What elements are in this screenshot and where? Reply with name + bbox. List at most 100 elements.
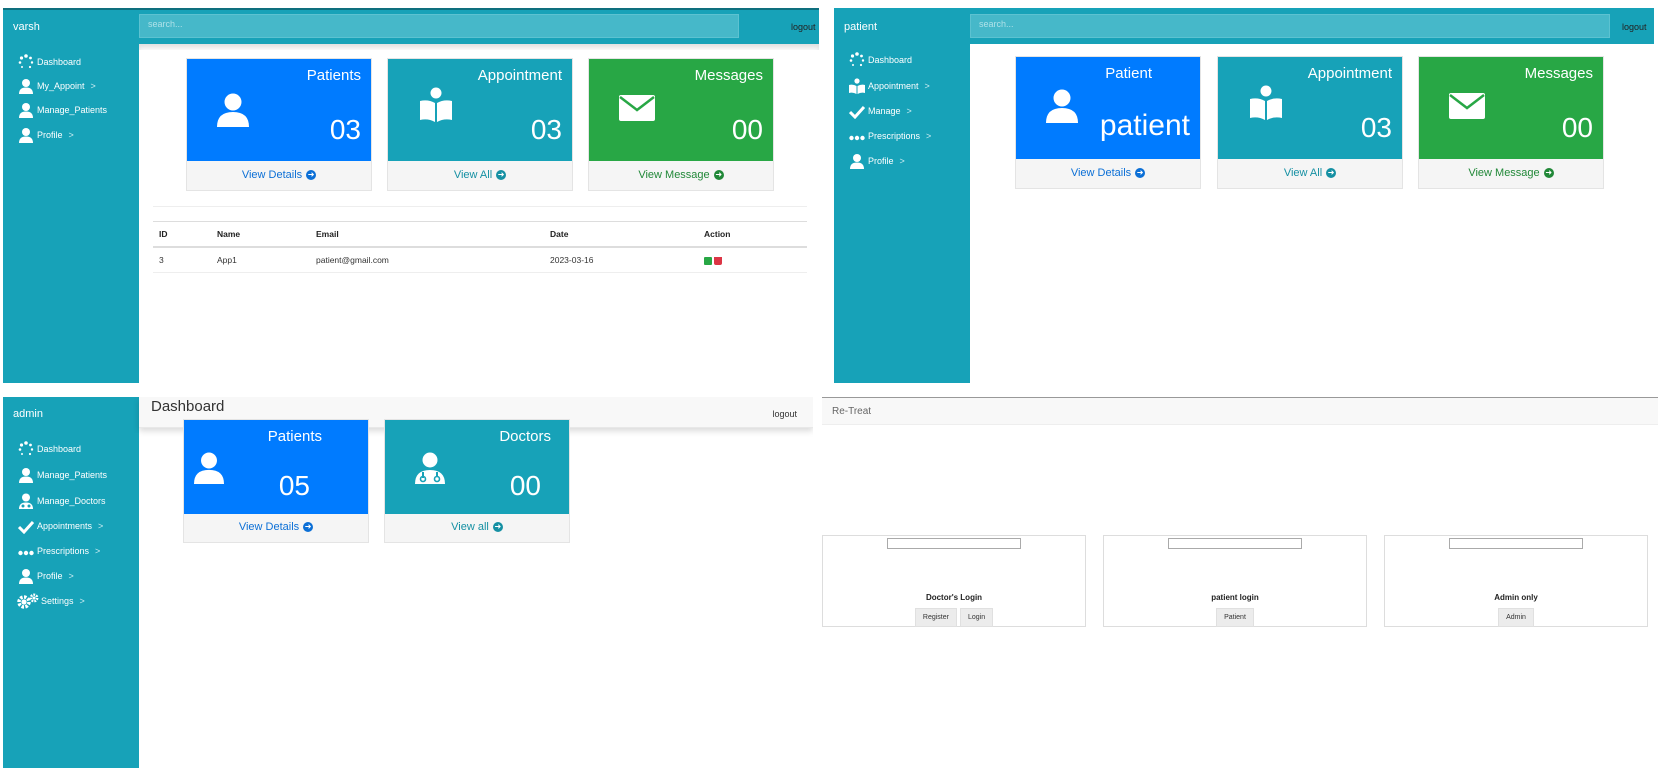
page-header: Re-Treat (822, 397, 1658, 425)
sidebar-item-manage-patients[interactable]: Manage_Patients (17, 467, 107, 483)
admin-login-card: Admin only Admin (1384, 535, 1648, 627)
card-face: Patients 05 (184, 420, 368, 514)
sidebar-item-dashboard[interactable]: Dashboard (17, 441, 81, 457)
chevron-right-icon: > (95, 546, 101, 556)
envelope-icon (1449, 93, 1485, 124)
top-navbar: patient search... logout (834, 8, 1654, 44)
sidebar-item-appointment[interactable]: Appointment > (848, 78, 930, 94)
sidebar-item-label: Manage_Doctors (37, 496, 106, 506)
patient-button[interactable]: Patient (1216, 608, 1254, 627)
spinner-icon (848, 52, 866, 68)
logout-link[interactable]: logout (1622, 22, 1647, 32)
sidebar-item-manage-patients[interactable]: Manage_Patients (17, 102, 107, 118)
arrow-circle-right-icon: ➜ (496, 169, 507, 180)
sidebar: Dashboard Manage_Patients Manage_Doctors… (3, 433, 139, 768)
sidebar-item-prescriptions[interactable]: Prescriptions > (848, 128, 931, 144)
broken-image-placeholder (887, 538, 1021, 549)
search-input[interactable]: search... (970, 14, 1610, 38)
chevron-right-icon: > (68, 571, 74, 581)
arrow-circle-right-icon: ➜ (492, 521, 503, 532)
card-face: Patients 03 (187, 59, 371, 161)
patient-card: Patient patient View Details ➜ (1015, 56, 1201, 189)
card-title: Doctor's Login (925, 593, 983, 602)
search-input[interactable]: search... (139, 14, 739, 38)
approve-check-icon[interactable] (704, 256, 712, 265)
col-header-email: Email (310, 221, 544, 248)
sidebar-item-label: Settings (41, 596, 74, 606)
login-button[interactable]: Login (959, 608, 994, 627)
dots-icon (17, 543, 35, 559)
card-value: 03 (530, 114, 562, 145)
cell-name: App1 (211, 247, 310, 273)
view-all-link[interactable]: View All ➜ (388, 159, 572, 190)
broken-image-placeholder (1168, 538, 1302, 549)
spinner-icon (17, 54, 35, 70)
link-label: View Details (238, 520, 300, 533)
chevron-right-icon: > (68, 130, 74, 140)
card-label: Appointment (1307, 65, 1392, 82)
register-button[interactable]: Register (914, 608, 957, 627)
patients-card: Patients 03 View Details ➜ (186, 58, 372, 191)
user-icon (217, 93, 249, 132)
sidebar-item-appointments[interactable]: Appointments > (17, 518, 103, 534)
card-label: Doctors (499, 428, 551, 445)
sidebar-item-manage[interactable]: Manage > (848, 103, 912, 119)
sidebar-item-label: Dashboard (868, 55, 913, 65)
sidebar-item-profile[interactable]: Profile > (848, 153, 905, 169)
view-message-link[interactable]: View Message ➜ (1419, 157, 1603, 188)
arrow-circle-right-icon: ➜ (1543, 167, 1554, 178)
card-label: Messages (1524, 65, 1593, 82)
card-face: Doctors 00 (385, 420, 569, 514)
sidebar-item-settings[interactable]: Settings > (17, 593, 85, 609)
col-header-id: ID (153, 221, 211, 248)
book-icon (418, 87, 454, 128)
sidebar-item-label: My_Appoint (37, 81, 85, 91)
arrow-circle-right-icon: ➜ (303, 521, 314, 532)
sidebar-item-label: Dashboard (37, 57, 82, 67)
view-all-link[interactable]: View All ➜ (1218, 157, 1402, 188)
view-details-link[interactable]: View Details ➜ (187, 159, 371, 190)
admin-button[interactable]: Admin (1498, 608, 1534, 627)
sidebar-item-my-appoint[interactable]: My_Appoint > (17, 78, 96, 94)
card-value: 03 (1360, 112, 1392, 143)
delete-trash-icon[interactable] (714, 256, 722, 265)
arrow-circle-right-icon: ➜ (1135, 167, 1146, 178)
view-details-link[interactable]: View Details ➜ (184, 511, 368, 542)
sidebar-item-label: Manage_Patients (37, 105, 108, 115)
spinner-icon (17, 441, 35, 457)
link-label: View Message (638, 168, 710, 181)
appointment-card: Appointment 03 View All ➜ (387, 58, 573, 191)
user-icon (848, 153, 866, 169)
sidebar-item-label: Prescriptions (868, 131, 921, 141)
appointments-table: ID Name Email Date Action 3 App1 patient… (153, 221, 807, 273)
login-page-panel: Re-Treat Doctor's Login Register Login p… (822, 397, 1658, 768)
sidebar-item-manage-doctors[interactable]: Manage_Doctors (17, 493, 106, 509)
view-details-link[interactable]: View Details ➜ (1016, 157, 1200, 188)
sidebar-item-label: Appointments (37, 521, 93, 531)
col-header-action: Action (698, 221, 807, 248)
logout-link[interactable]: logout (791, 22, 816, 32)
chevron-right-icon: > (926, 131, 932, 141)
sidebar-item-dashboard[interactable]: Dashboard (848, 52, 912, 68)
view-message-link[interactable]: View Message ➜ (589, 159, 773, 190)
sidebar-item-label: Dashboard (37, 444, 82, 454)
col-header-name: Name (211, 221, 310, 248)
sidebar-item-dashboard[interactable]: Dashboard (17, 54, 81, 70)
chevron-right-icon: > (906, 106, 912, 116)
patient-login-card: patient login Patient (1103, 535, 1367, 627)
brand-name: patient (844, 21, 878, 33)
brand-bar: admin (3, 397, 139, 433)
sidebar-item-prescriptions[interactable]: Prescriptions > (17, 543, 100, 559)
book-icon (848, 78, 866, 94)
card-label: Patients (267, 428, 322, 445)
doctor-dashboard-panel: varsh search... logout Dashboard My_Appo… (3, 8, 819, 383)
logout-link[interactable]: logout (772, 409, 797, 419)
sidebar-item-profile[interactable]: Profile > (17, 568, 74, 584)
divider (153, 206, 807, 207)
link-label: View Details (241, 168, 303, 181)
card-face: Appointment 03 (388, 59, 572, 161)
sidebar-item-profile[interactable]: Profile > (17, 127, 74, 143)
view-all-link[interactable]: View all ➜ (385, 511, 569, 542)
card-value: 00 (1561, 112, 1593, 143)
arrow-circle-right-icon: ➜ (306, 169, 317, 180)
